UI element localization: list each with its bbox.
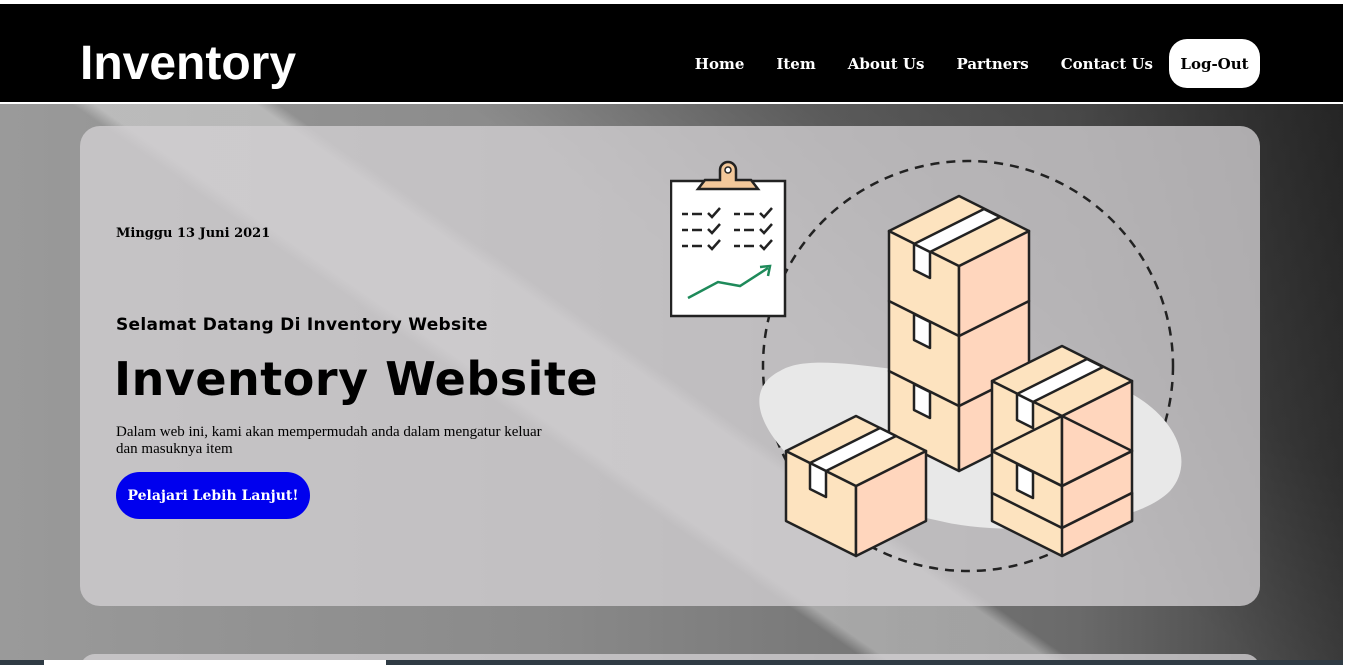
- nav-link-about-us[interactable]: About Us: [848, 40, 925, 88]
- learn-more-button[interactable]: Pelajari Lebih Lanjut!: [116, 472, 310, 519]
- hero-description: Dalam web ini, kami akan mempermudah and…: [116, 424, 542, 457]
- nav-link-item[interactable]: Item: [776, 40, 815, 88]
- brand-logo[interactable]: Inventory: [80, 36, 296, 92]
- nav-link-home[interactable]: Home: [695, 40, 745, 88]
- logout-button[interactable]: Log-Out: [1169, 39, 1260, 88]
- hero-title: Inventory Website: [114, 352, 599, 406]
- boxes-clipboard-illustration: [670, 159, 1182, 573]
- nav-link-partners[interactable]: Partners: [956, 40, 1028, 88]
- scrollbar[interactable]: [1343, 0, 1347, 665]
- current-date: Minggu 13 Juni 2021: [116, 226, 271, 241]
- nav-menu: Home Item About Us Partners Contact Us L…: [695, 39, 1260, 88]
- welcome-subtitle: Selamat Datang Di Inventory Website: [116, 315, 488, 335]
- hero-card: Minggu 13 Juni 2021 Selamat Datang Di In…: [80, 126, 1260, 606]
- navbar: Inventory Home Item About Us Partners Co…: [0, 4, 1343, 104]
- bottom-image-strip: [0, 660, 1343, 665]
- nav-link-contact-us[interactable]: Contact Us: [1061, 40, 1153, 88]
